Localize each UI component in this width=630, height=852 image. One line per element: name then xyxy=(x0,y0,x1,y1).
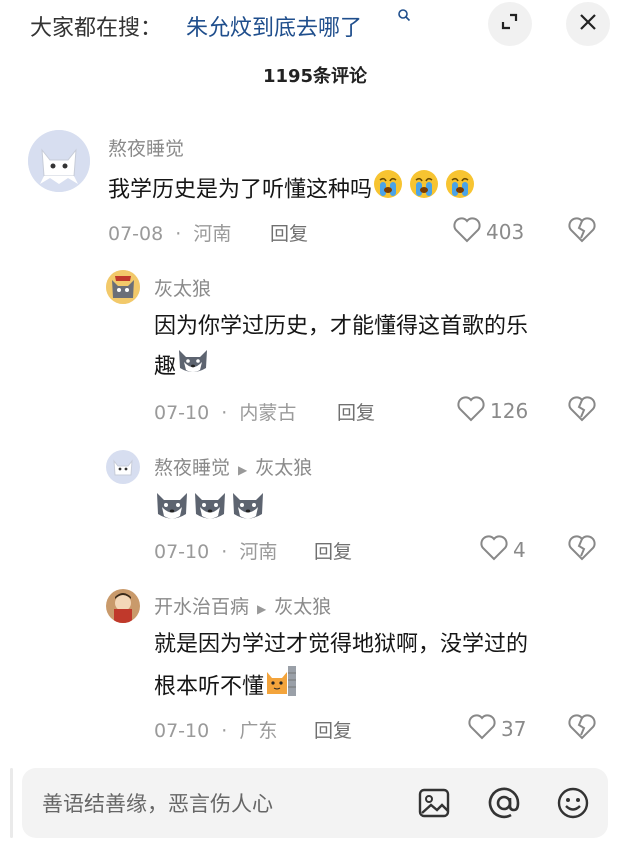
expand-button[interactable] xyxy=(488,2,532,46)
reply-nickname[interactable]: 灰太狼 xyxy=(154,274,211,301)
broken-heart-icon xyxy=(567,396,597,427)
crying-emoji-icon xyxy=(372,168,480,213)
reply-meta: 07-10 · 内蒙古 xyxy=(154,398,296,425)
comment-meta: 07-08 · 河南 xyxy=(108,219,231,246)
scroll-indicator xyxy=(10,768,13,838)
like-count: 4 xyxy=(513,538,526,562)
reply-nickname[interactable]: 熬夜睡觉 xyxy=(154,457,230,479)
dislike-button[interactable] xyxy=(567,395,597,427)
reply-text-line: 就是因为学过才觉得地狱啊，没学过的 xyxy=(154,632,529,657)
heart-icon xyxy=(452,216,482,248)
reply-button[interactable]: 回复 xyxy=(337,398,375,425)
cat-emoji-icon xyxy=(264,664,298,711)
close-button[interactable] xyxy=(566,2,610,46)
broken-heart-icon xyxy=(567,535,597,566)
wolf-emoji-icon xyxy=(154,488,266,528)
meta-separator: · xyxy=(175,223,182,245)
expand-icon xyxy=(499,11,521,37)
reply-button[interactable]: 回复 xyxy=(270,219,308,246)
broken-heart-icon xyxy=(567,714,597,745)
like-count: 126 xyxy=(490,399,529,423)
trending-search-label: 大家都在搜： xyxy=(30,16,163,41)
reply-text-line: 因为你学过历史，才能懂得这首歌的乐 xyxy=(154,314,529,339)
reply-arrow-icon: ▶ xyxy=(238,463,248,477)
reply-to-nickname[interactable]: 灰太狼 xyxy=(274,596,331,618)
reply-meta: 07-10 · 广东 xyxy=(154,716,277,743)
reply-nickname[interactable]: 开水治百病 xyxy=(154,596,249,618)
comment-nickname[interactable]: 熬夜睡觉 xyxy=(108,134,184,161)
image-button[interactable] xyxy=(417,786,451,824)
close-icon xyxy=(578,12,598,36)
reply-text: 就是因为学过才觉得地狱啊，没学过的 根本听不懂 xyxy=(154,626,604,711)
like-count: 403 xyxy=(486,220,525,244)
meta-separator: · xyxy=(221,541,228,563)
reply-date: 07-10 xyxy=(154,541,210,563)
trending-search-link[interactable]: 朱允炆到底去哪了 xyxy=(186,10,362,42)
mention-button[interactable] xyxy=(487,786,521,824)
comment-region: 河南 xyxy=(193,223,232,245)
reply-text-line-2: 趣 xyxy=(154,346,604,389)
reply-date: 07-10 xyxy=(154,402,210,424)
like-button[interactable]: 4 xyxy=(479,534,526,566)
smiley-icon xyxy=(556,787,590,824)
reply-text-line-2: 根本听不懂 xyxy=(154,664,604,711)
reply-header: 熬夜睡觉 ▶ 灰太狼 xyxy=(154,453,312,480)
reply-arrow-icon: ▶ xyxy=(257,602,267,616)
like-button[interactable]: 403 xyxy=(452,216,524,248)
reply-region: 河南 xyxy=(239,541,278,563)
reply-button[interactable]: 回复 xyxy=(314,716,352,743)
at-icon xyxy=(487,787,521,824)
reply-text xyxy=(154,488,266,528)
wolf-emoji-icon xyxy=(176,346,210,389)
dislike-button[interactable] xyxy=(567,534,597,566)
reply-meta: 07-10 · 河南 xyxy=(154,537,277,564)
heart-icon xyxy=(479,534,509,566)
reply-text-line: 趣 xyxy=(154,354,177,380)
reply-text-line: 根本听不懂 xyxy=(154,674,265,700)
avatar[interactable] xyxy=(106,450,140,484)
reply-region: 广东 xyxy=(239,720,278,742)
comment-input[interactable]: 善语结善缘，恶言伤人心 xyxy=(42,788,273,818)
emoji-button[interactable] xyxy=(556,786,590,824)
reply-region: 内蒙古 xyxy=(239,402,297,424)
reply-to-nickname[interactable]: 灰太狼 xyxy=(255,457,312,479)
reply-date: 07-10 xyxy=(154,720,210,742)
like-count: 37 xyxy=(501,717,527,741)
avatar[interactable] xyxy=(106,270,140,304)
avatar[interactable] xyxy=(28,130,90,192)
broken-heart-icon xyxy=(567,217,597,248)
reply-header: 开水治百病 ▶ 灰太狼 xyxy=(154,592,331,619)
comment-text: 我学历史是为了听懂这种吗 xyxy=(108,168,480,213)
image-icon xyxy=(417,788,451,824)
meta-separator: · xyxy=(221,402,228,424)
heart-icon xyxy=(456,395,486,427)
reply-button[interactable]: 回复 xyxy=(314,537,352,564)
comment-count: 1195条评论 xyxy=(262,66,368,87)
comment-text-body: 我学历史是为了听懂这种吗 xyxy=(108,177,373,203)
heart-icon xyxy=(467,713,497,745)
dislike-button[interactable] xyxy=(567,713,597,745)
meta-separator: · xyxy=(221,720,228,742)
search-icon xyxy=(397,8,411,26)
reply-text: 因为你学过历史，才能懂得这首歌的乐 趣 xyxy=(154,308,604,389)
avatar[interactable] xyxy=(106,589,140,623)
like-button[interactable]: 37 xyxy=(467,713,526,745)
comment-date: 07-08 xyxy=(108,223,164,245)
like-button[interactable]: 126 xyxy=(456,395,528,427)
dislike-button[interactable] xyxy=(567,216,597,248)
